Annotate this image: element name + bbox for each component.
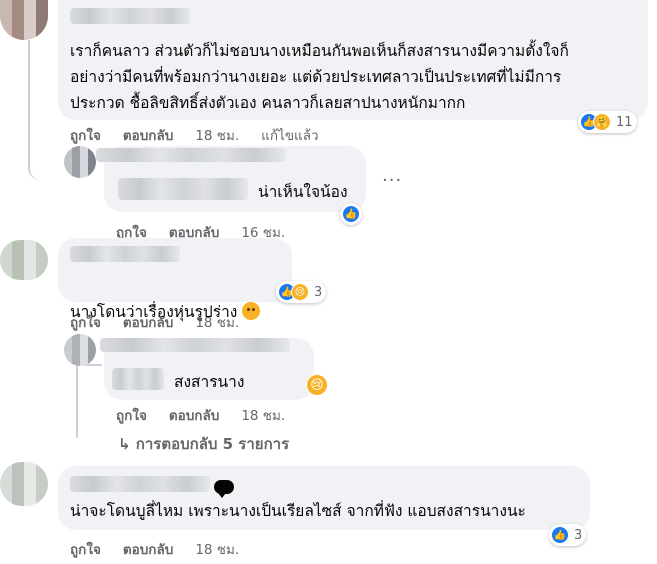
reply-button[interactable]: ตอบกลับ: [123, 124, 173, 146]
comment-text: น่าเห็นใจน้อง: [258, 183, 348, 201]
reply-button[interactable]: ตอบกลับ: [123, 311, 173, 333]
comment-actions: ถูกใจ ตอบกลับ 18 ชม.: [70, 311, 261, 333]
avatar[interactable]: [64, 334, 96, 366]
speech-bubble-icon: [214, 480, 234, 498]
comment-actions: ถูกใจ ตอบกลับ 18 ชม.: [116, 404, 307, 426]
commenter-name[interactable]: [70, 8, 190, 24]
like-button[interactable]: ถูกใจ: [70, 538, 101, 560]
sad-icon: 😢: [291, 283, 309, 301]
timestamp[interactable]: 18 ชม.: [195, 538, 239, 560]
comment-actions: ถูกใจ ตอบกลับ 18 ชม.: [70, 538, 261, 560]
timestamp[interactable]: 18 ชม.: [195, 124, 239, 146]
commenter-name: [112, 368, 164, 390]
commenter-name[interactable]: [70, 476, 210, 492]
care-icon: 🤗: [593, 113, 611, 131]
reaction-count: 11: [616, 114, 633, 130]
reaction-summary[interactable]: 👍 🤗 11: [578, 111, 637, 133]
like-button[interactable]: ถูกใจ: [70, 311, 101, 333]
avatar[interactable]: [0, 462, 48, 506]
commenter-name[interactable]: [70, 246, 180, 262]
commenter-name: [118, 178, 248, 200]
thread-connector: [28, 40, 62, 180]
like-icon: 👍: [551, 526, 569, 544]
reply-button[interactable]: ตอบกลับ: [123, 538, 173, 560]
comment-actions: ถูกใจ ตอบกลับ 18 ชม. แก้ไขแล้ว: [70, 124, 341, 146]
reaction-count: 3: [314, 284, 323, 300]
sad-icon: 😢: [306, 374, 328, 396]
reaction-summary[interactable]: 👍 😢 3: [276, 281, 327, 303]
comment-text: น่าจะโดนบูลี่ไหม เพราะนางเป็นเรียลไซส์ จ…: [70, 502, 526, 520]
reply-button[interactable]: ตอบกลับ: [169, 404, 219, 426]
avatar[interactable]: [0, 240, 48, 280]
reaction-count: 3: [574, 527, 583, 543]
comment-text: สงสารนาง: [174, 373, 245, 391]
reaction-summary[interactable]: 😢: [304, 372, 330, 398]
avatar[interactable]: [0, 0, 48, 40]
reaction-summary[interactable]: 👍: [340, 203, 362, 225]
like-button[interactable]: ถูกใจ: [116, 404, 147, 426]
avatar[interactable]: [64, 146, 96, 178]
timestamp[interactable]: 18 ชม.: [195, 311, 239, 333]
view-replies-link[interactable]: ↳ การตอบกลับ 5 รายการ: [118, 432, 289, 456]
more-options-icon[interactable]: ···: [382, 170, 402, 191]
timestamp[interactable]: 18 ชม.: [241, 404, 285, 426]
like-button[interactable]: ถูกใจ: [70, 124, 101, 146]
commenter-name[interactable]: [100, 338, 290, 352]
commenter-name[interactable]: [96, 148, 286, 162]
reaction-summary[interactable]: 👍 3: [549, 524, 587, 546]
edited-label: แก้ไขแล้ว: [261, 128, 319, 144]
like-icon: 👍: [342, 205, 360, 223]
comment-text: เราก็คนลาว ส่วนตัวก็ไม่ชอบนางเหมือนกันพอ…: [70, 42, 569, 112]
